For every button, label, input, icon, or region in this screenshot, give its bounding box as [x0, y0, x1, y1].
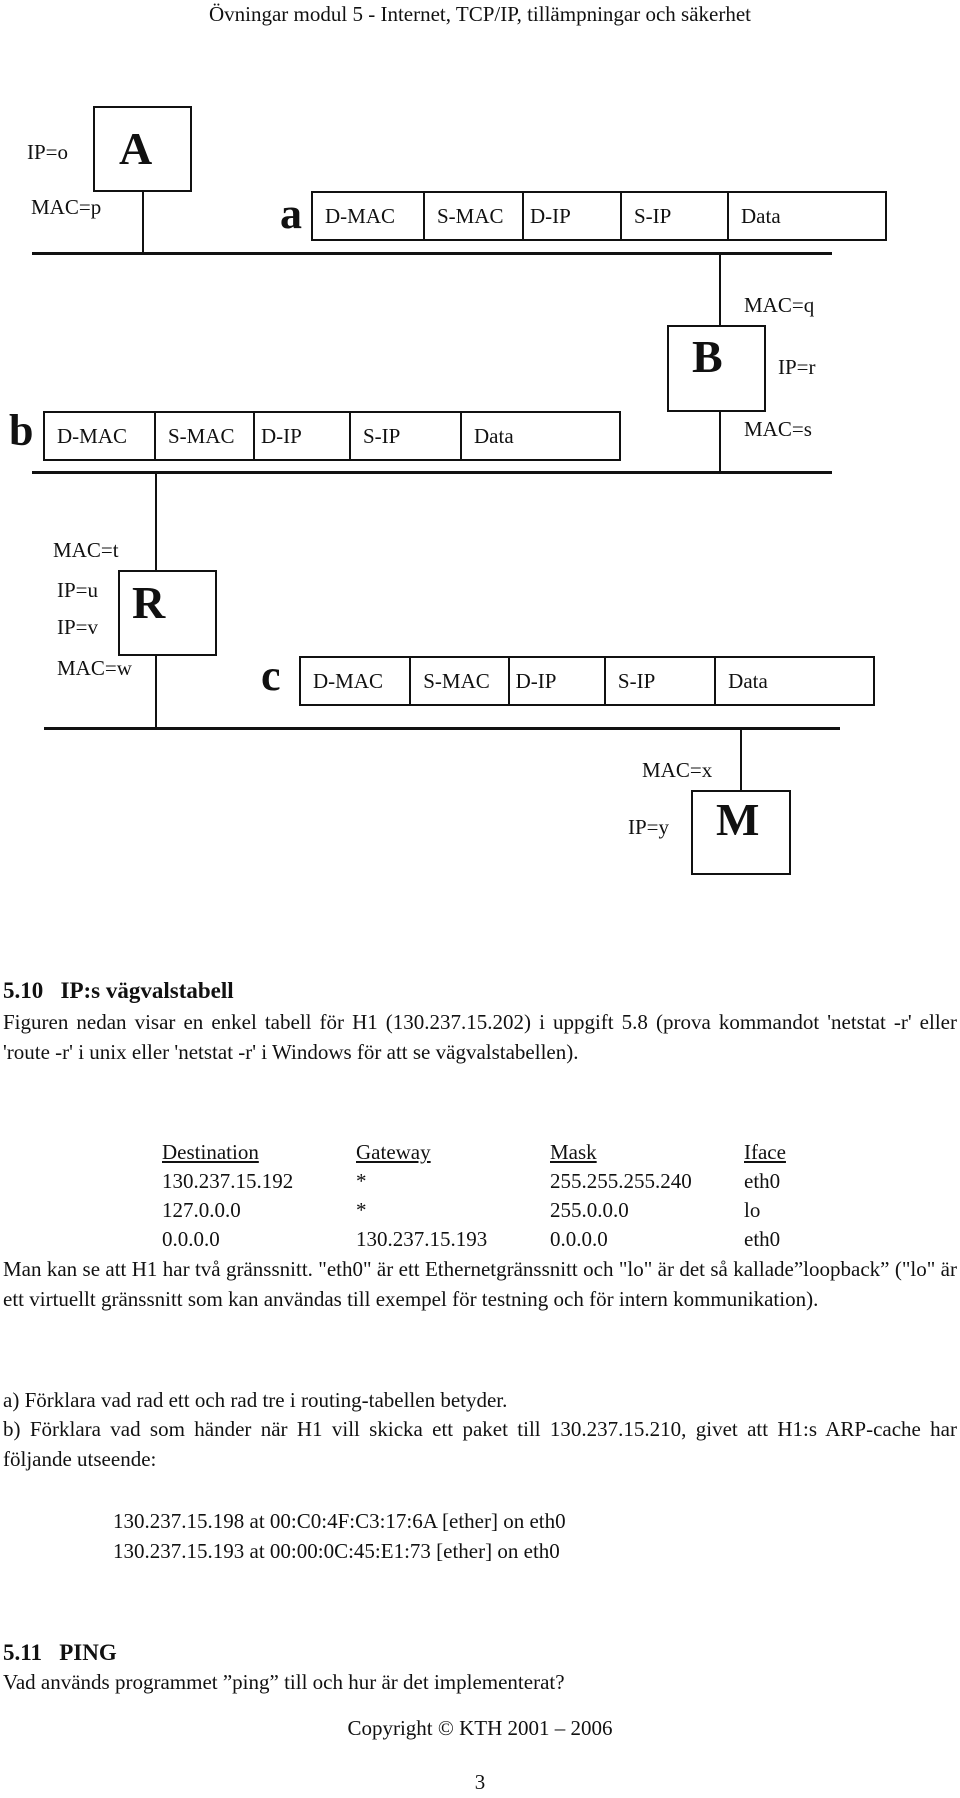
- node-M-ip: IP=y: [628, 815, 670, 839]
- column-header-destination: Destination: [162, 1140, 259, 1164]
- frame-c-field: D-MAC: [301, 658, 412, 704]
- section-511-number: 5.11: [3, 1640, 42, 1665]
- cell-gateway: 130.237.15.193: [356, 1227, 488, 1251]
- frame-b-field: D-MAC: [45, 413, 156, 459]
- section-510-explanation: Man kan se att H1 har två gränssnitt. "e…: [3, 1257, 957, 1311]
- cell-gateway: *: [356, 1198, 367, 1222]
- node-M-mac: MAC=x: [642, 758, 713, 782]
- section-510-intro: Figuren nedan visar en enkel tabell för …: [3, 1010, 957, 1064]
- section-510-heading: 5.10 IP:s vägvalstabell: [3, 978, 234, 1004]
- frame-c-field: D-IP: [510, 658, 606, 704]
- question-b: b) Förklara vad som händer när H1 vill s…: [3, 1417, 957, 1471]
- frame-b-field: S-MAC: [156, 413, 255, 459]
- node-B-mac-q: MAC=q: [744, 293, 815, 317]
- node-R-mac-w: MAC=w: [57, 656, 132, 680]
- node-B-mac-s: MAC=s: [744, 417, 812, 441]
- frame-c-label: c: [261, 651, 281, 700]
- arp-cache-entry: 130.237.15.193 at 00:00:0C:45:E1:73 [eth…: [113, 1539, 560, 1563]
- connector-B-top: [719, 254, 721, 326]
- cell-mask: 255.255.255.240: [550, 1169, 692, 1193]
- frame-b-field: S-IP: [351, 413, 462, 459]
- network-line-3: [44, 727, 840, 730]
- section-511-heading: 5.11 PING: [3, 1640, 117, 1666]
- frame-a-field: D-MAC: [313, 193, 425, 239]
- node-R-mac-t: MAC=t: [53, 538, 119, 562]
- cell-iface: eth0: [744, 1227, 781, 1251]
- section-510-title: IP:s vägvalstabell: [60, 978, 234, 1003]
- cell-mask: 255.0.0.0: [550, 1198, 629, 1222]
- connector-R-top: [155, 473, 157, 571]
- frame-b: D-MAC S-MAC D-IP S-IP Data: [43, 411, 621, 461]
- node-B-letter: B: [692, 331, 723, 382]
- node-R-ip-u: IP=u: [57, 578, 99, 602]
- frame-c: D-MAC S-MAC D-IP S-IP Data: [299, 656, 875, 706]
- connector-B-bottom: [719, 411, 721, 472]
- frame-b-field: D-IP: [255, 413, 351, 459]
- cell-destination: 0.0.0.0: [162, 1227, 220, 1251]
- network-line-2: [32, 471, 832, 474]
- routing-table-header: Destination Gateway Mask Iface: [162, 1138, 804, 1167]
- node-R-letter: R: [132, 577, 166, 628]
- frame-a-field: S-IP: [622, 193, 729, 239]
- column-header-gateway: Gateway: [356, 1140, 431, 1164]
- table-row: 130.237.15.192 * 255.255.255.240 eth0: [162, 1167, 804, 1196]
- frame-a-field: Data: [741, 203, 781, 228]
- node-A-letter: A: [119, 123, 153, 174]
- column-header-mask: Mask: [550, 1140, 597, 1164]
- frame-c-field: S-IP: [606, 658, 717, 704]
- cell-mask: 0.0.0.0: [550, 1227, 608, 1251]
- frame-c-field: S-MAC: [411, 658, 510, 704]
- arp-cache-entry: 130.237.15.198 at 00:C0:4F:C3:17:6A [eth…: [113, 1509, 566, 1533]
- cell-iface: eth0: [744, 1169, 781, 1193]
- question-a: a) Förklara vad rad ett och rad tre i ro…: [3, 1388, 508, 1412]
- frame-c-field: Data: [728, 668, 768, 693]
- section-510-number: 5.10: [3, 978, 44, 1003]
- network-diagram: A IP=o MAC=p B MAC=q IP=r MAC=s R MAC=t …: [0, 0, 960, 900]
- frame-b-field: Data: [474, 423, 514, 448]
- section-511-title: PING: [59, 1640, 117, 1665]
- node-R-ip-v: IP=v: [57, 615, 99, 639]
- routing-table: Destination Gateway Mask Iface 130.237.1…: [162, 1138, 804, 1254]
- frame-b-label: b: [9, 406, 34, 455]
- frame-a: D-MAC S-MAC D-IP S-IP Data: [311, 191, 887, 241]
- frame-a-field: S-MAC: [425, 193, 524, 239]
- cell-destination: 130.237.15.192: [162, 1169, 294, 1193]
- node-M-letter: M: [716, 794, 760, 845]
- table-row: 127.0.0.0 * 255.0.0.0 lo: [162, 1196, 804, 1225]
- node-A-ip: IP=o: [27, 140, 69, 164]
- connector-A: [142, 190, 144, 253]
- section-511-question: Vad används programmet ”ping” till och h…: [3, 1670, 565, 1694]
- cell-gateway: *: [356, 1169, 367, 1193]
- node-A-mac: MAC=p: [31, 195, 102, 219]
- table-row: 0.0.0.0 130.237.15.193 0.0.0.0 eth0: [162, 1225, 804, 1254]
- cell-iface: lo: [744, 1198, 761, 1222]
- cell-destination: 127.0.0.0: [162, 1198, 241, 1222]
- page-number: 3: [474, 1770, 486, 1794]
- column-header-iface: Iface: [744, 1140, 786, 1164]
- network-line-1: [32, 252, 832, 255]
- copyright: Copyright © KTH 2001 – 2006: [347, 1716, 613, 1740]
- frame-a-field: D-IP: [524, 193, 622, 239]
- connector-M: [740, 729, 742, 791]
- connector-R-bottom: [155, 654, 157, 728]
- frame-a-label: a: [280, 189, 302, 238]
- node-B-ip: IP=r: [778, 355, 816, 379]
